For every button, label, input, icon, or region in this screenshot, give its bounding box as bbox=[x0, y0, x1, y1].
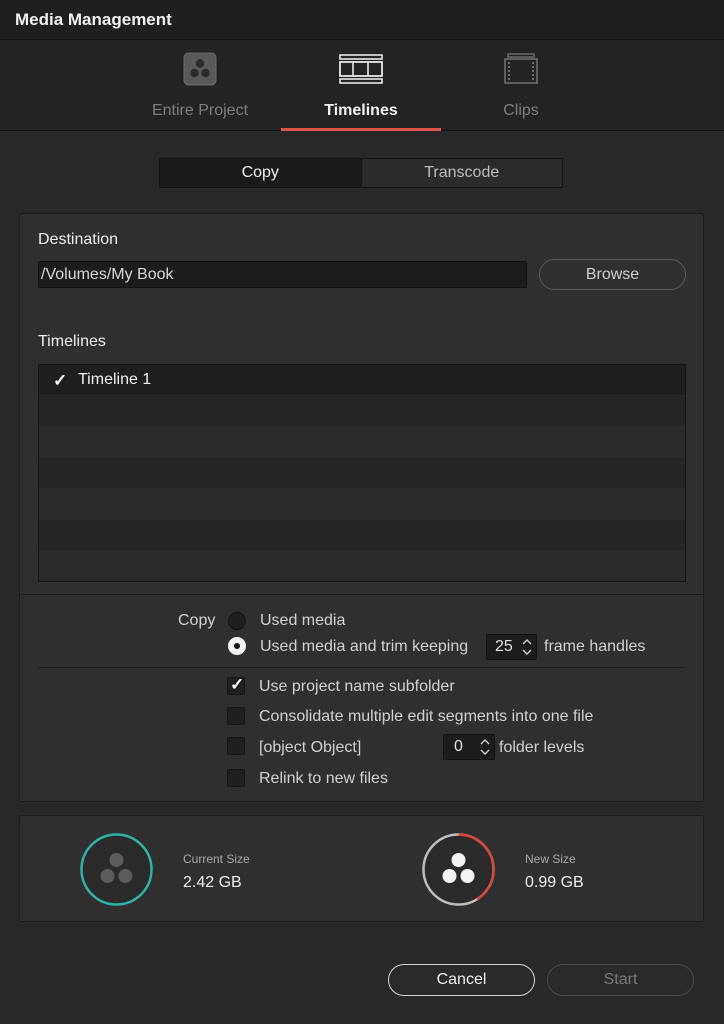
list-row-empty bbox=[39, 396, 685, 427]
folder-levels-suffix: folder levels bbox=[499, 739, 585, 756]
consolidate-label: Consolidate multiple edit segments into … bbox=[259, 708, 594, 725]
project-subfolder-checkbox[interactable]: ✓ bbox=[227, 675, 245, 695]
list-row-empty bbox=[39, 427, 685, 458]
resolve-logo-icon bbox=[183, 52, 217, 86]
check-icon[interactable]: ✓ bbox=[53, 371, 67, 391]
tab-timelines[interactable]: Timelines bbox=[281, 40, 441, 131]
check-icon: ✓ bbox=[230, 675, 245, 694]
list-row-empty bbox=[39, 458, 685, 489]
window-title: Media Management bbox=[15, 10, 172, 29]
list-row-empty bbox=[39, 551, 685, 581]
size-summary-panel: Current Size 2.42 GB New Size 0.99 GB bbox=[19, 815, 704, 922]
list-row-empty bbox=[39, 520, 685, 551]
section-divider bbox=[20, 594, 703, 595]
stepper-arrows-icon bbox=[480, 739, 490, 755]
mode-tabbar: Entire Project Timelines Clips bbox=[0, 40, 724, 131]
start-button[interactable]: Start bbox=[547, 964, 694, 996]
used-media-radio[interactable] bbox=[228, 612, 246, 630]
destination-path-field[interactable]: /Volumes/My Book bbox=[38, 261, 527, 288]
tab-label: Timelines bbox=[324, 102, 398, 119]
new-size-ring bbox=[422, 833, 495, 906]
frame-handles-suffix: frame handles bbox=[544, 638, 646, 655]
new-size-value: 0.99 GB bbox=[525, 874, 584, 891]
current-size-ring bbox=[80, 833, 153, 906]
browse-button[interactable]: Browse bbox=[539, 259, 686, 290]
current-size-value: 2.42 GB bbox=[183, 874, 242, 891]
list-item[interactable]: ✓ Timeline 1 bbox=[39, 365, 685, 396]
consolidate-checkbox[interactable] bbox=[227, 707, 245, 725]
copy-mode-button[interactable]: Copy bbox=[160, 159, 361, 187]
destination-label: Destination bbox=[38, 231, 119, 248]
used-media-trim-radio[interactable] bbox=[228, 637, 246, 655]
timeline-name: Timeline 1 bbox=[78, 371, 152, 388]
timelines-label: Timelines bbox=[38, 333, 106, 350]
preserve-hierarchy-checkbox[interactable] bbox=[227, 737, 245, 755]
folder-levels-value: 0 bbox=[454, 738, 463, 755]
timeline-icon bbox=[339, 54, 383, 84]
settings-panel: Destination /Volumes/My Book Browse Time… bbox=[19, 213, 704, 802]
tab-clips[interactable]: Clips bbox=[441, 40, 601, 131]
list-row-empty bbox=[39, 489, 685, 520]
relink-label: Relink to new files bbox=[259, 770, 388, 787]
active-tab-indicator bbox=[281, 128, 441, 131]
cancel-button[interactable]: Cancel bbox=[388, 964, 535, 996]
tab-label: Entire Project bbox=[151, 102, 249, 119]
title-bar: Media Management bbox=[0, 0, 724, 40]
relink-checkbox[interactable] bbox=[227, 769, 245, 787]
timelines-list: ✓ Timeline 1 bbox=[38, 364, 686, 582]
copy-options-label: Copy bbox=[178, 612, 216, 629]
stepper-arrows-icon bbox=[522, 639, 532, 655]
frame-handles-stepper[interactable]: 25 bbox=[486, 634, 537, 660]
project-subfolder-label: Use project name subfolder bbox=[259, 678, 455, 695]
tab-label: Clips bbox=[503, 102, 539, 119]
frame-handles-value: 25 bbox=[495, 638, 513, 655]
used-media-trim-label: Used media and trim keeping bbox=[260, 638, 469, 655]
new-size-label: New Size bbox=[525, 852, 576, 866]
options-divider bbox=[38, 667, 684, 668]
current-size-label: Current Size bbox=[183, 852, 250, 866]
tab-entire-project[interactable]: Entire Project bbox=[120, 40, 280, 131]
transcode-mode-button[interactable]: Transcode bbox=[360, 159, 563, 187]
filmstrip-icon bbox=[504, 53, 538, 84]
operation-segmented-control: Copy Transcode bbox=[159, 158, 563, 188]
preserve-hierarchy-label: [object Object] bbox=[259, 739, 362, 756]
folder-levels-stepper[interactable]: 0 bbox=[443, 734, 495, 760]
used-media-label: Used media bbox=[260, 612, 346, 629]
